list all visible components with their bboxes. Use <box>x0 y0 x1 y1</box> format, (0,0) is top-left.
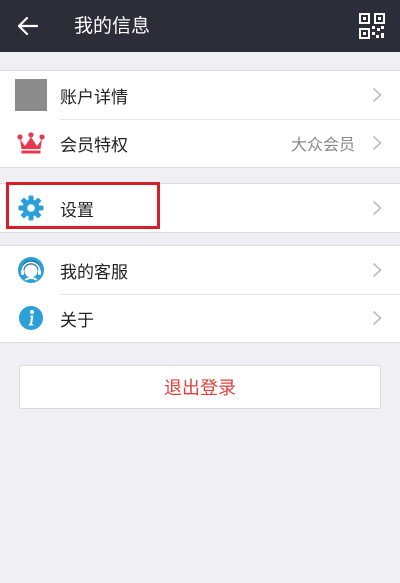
arrow-left-icon <box>18 17 38 35</box>
chevron-right-icon <box>372 200 382 216</box>
page-title: 我的信息 <box>74 15 151 37</box>
row-customer-service[interactable]: 我的客服 <box>0 246 400 294</box>
row-settings[interactable]: 设置 <box>0 184 400 232</box>
row-member-privileges[interactable]: 会员特权 大众会员 <box>0 119 400 167</box>
back-button[interactable] <box>12 10 44 42</box>
row-account-details[interactable]: 账户详情 <box>0 71 400 119</box>
gear-icon <box>15 192 47 224</box>
info-icon <box>15 302 47 334</box>
qr-code-button[interactable] <box>358 12 386 40</box>
membership-level: 大众会员 <box>290 135 355 154</box>
crown-icon <box>15 127 47 159</box>
row-label: 账户详情 <box>60 87 128 108</box>
row-label: 关于 <box>60 310 94 331</box>
customer-service-icon <box>15 254 47 286</box>
top-nav-bar: 我的信息 <box>0 0 400 52</box>
support-group: 我的客服 关于 <box>0 245 400 343</box>
chevron-right-icon <box>372 135 382 151</box>
chevron-right-icon <box>372 310 382 326</box>
row-about[interactable]: 关于 <box>0 294 400 342</box>
row-label: 我的客服 <box>60 262 128 283</box>
chevron-right-icon <box>372 87 382 103</box>
avatar-placeholder-icon <box>15 79 47 111</box>
chevron-right-icon <box>372 262 382 278</box>
row-label: 设置 <box>60 200 94 221</box>
qr-code-icon <box>359 13 385 39</box>
logout-button[interactable]: 退出登录 <box>19 365 381 409</box>
row-label: 会员特权 <box>60 135 128 156</box>
settings-group: 设置 <box>0 183 400 233</box>
account-group: 账户详情 会员特权 大众会员 <box>0 70 400 168</box>
